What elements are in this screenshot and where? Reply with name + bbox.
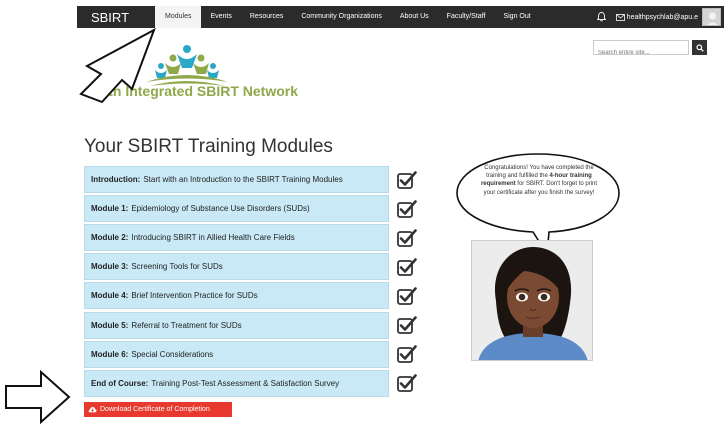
avatar[interactable] bbox=[702, 8, 721, 26]
module-name: Introduction: bbox=[91, 175, 141, 185]
checked-checkbox-icon bbox=[397, 258, 417, 276]
module-link[interactable]: Module 2: Introducing SBIRT in Allied Hea… bbox=[84, 224, 389, 252]
module-name: Module 2: bbox=[91, 233, 129, 243]
nav-item-faculty-staff[interactable]: Faculty/Staff bbox=[438, 6, 495, 28]
module-link[interactable]: Module 1: Epidemiology of Substance Use D… bbox=[84, 195, 389, 223]
module-description: Start with an Introduction to the SBIRT … bbox=[143, 175, 343, 185]
module-description: Special Considerations bbox=[131, 349, 214, 359]
module-name: Module 5: bbox=[91, 320, 129, 330]
search-icon bbox=[695, 43, 704, 52]
module-name: Module 4: bbox=[91, 291, 129, 301]
module-link[interactable]: Module 4: Brief Intervention Practice for… bbox=[84, 282, 389, 310]
module-description: Introducing SBIRT in Allied Health Care … bbox=[131, 233, 295, 243]
checked-checkbox-icon bbox=[397, 374, 417, 393]
module-description: Referral to Treatment for SUDs bbox=[131, 320, 242, 330]
bell-icon[interactable] bbox=[596, 6, 608, 28]
module-row: Module 1: Epidemiology of Substance Use D… bbox=[84, 194, 419, 223]
module-row: Module 2: Introducing SBIRT in Allied Hea… bbox=[84, 223, 419, 252]
search-button[interactable] bbox=[692, 40, 707, 55]
search-input[interactable] bbox=[594, 46, 688, 60]
arrow-annotation-icon bbox=[79, 28, 156, 104]
checked-checkbox-icon bbox=[397, 228, 417, 247]
nav-item-events[interactable]: Events bbox=[201, 6, 240, 28]
nav-item-sign-out[interactable]: Sign Out bbox=[494, 6, 539, 28]
checked-checkbox-icon bbox=[397, 170, 417, 189]
download-certificate-button[interactable]: Download Certificate of Completion bbox=[84, 402, 232, 417]
checked-checkbox-icon bbox=[397, 287, 417, 305]
module-link[interactable]: Introduction: Start with an Introduction … bbox=[84, 166, 389, 194]
module-name: Module 1: bbox=[91, 204, 129, 214]
nav-item-community-organizations[interactable]: Community Organizations bbox=[292, 6, 391, 28]
checked-checkbox-icon bbox=[397, 316, 417, 334]
module-description: Screening Tools for SUDs bbox=[131, 262, 223, 272]
download-label: Download Certificate of Completion bbox=[100, 406, 210, 413]
cloud-download-icon bbox=[88, 407, 97, 413]
module-list: Introduction: Start with an Introduction … bbox=[84, 165, 419, 398]
module-name: Module 6: bbox=[91, 349, 129, 359]
nav-right: healthpsychlab@apu.e bbox=[596, 6, 724, 28]
top-navbar: SBIRT Modules Events Resources Community Or… bbox=[77, 6, 724, 28]
brand-link[interactable]: SBIRT bbox=[77, 10, 143, 25]
user-email: healthpsychlab@apu.e bbox=[626, 13, 698, 21]
module-name: End of Course: bbox=[91, 378, 149, 388]
congratulations-message: Congratulations! You have completed the … bbox=[480, 165, 598, 196]
module-link[interactable]: Module 5: Referral to Treatment for SUDs bbox=[84, 311, 389, 339]
module-row: Module 6: Special Considerations bbox=[84, 340, 419, 369]
checked-checkbox-icon bbox=[397, 199, 417, 218]
checked-checkbox-icon bbox=[397, 345, 417, 364]
module-row: Module 4: Brief Intervention Practice for… bbox=[84, 281, 419, 310]
module-link[interactable]: End of Course: Training Post-Test Assessm… bbox=[84, 369, 389, 397]
nav-item-modules[interactable]: Modules bbox=[155, 6, 202, 28]
module-row: Module 5: Referral to Treatment for SUDs bbox=[84, 310, 419, 339]
module-row: End of Course: Training Post-Test Assessm… bbox=[84, 369, 419, 398]
module-link[interactable]: Module 3: Screening Tools for SUDs bbox=[84, 253, 389, 281]
user-email-link[interactable]: healthpsychlab@apu.e bbox=[615, 13, 698, 21]
cartoon-character-image bbox=[471, 240, 593, 361]
search-box bbox=[593, 40, 689, 60]
module-description: Brief Intervention Practice for SUDs bbox=[131, 291, 258, 301]
module-name: Module 3: bbox=[91, 262, 129, 272]
nav-item-about-us[interactable]: About Us bbox=[391, 6, 438, 28]
module-link[interactable]: Module 6: Special Considerations bbox=[84, 340, 389, 368]
arrow-annotation-icon bbox=[5, 369, 71, 425]
nav-item-resources[interactable]: Resources bbox=[241, 6, 292, 28]
module-description: Training Post-Test Assessment & Satisfac… bbox=[151, 378, 340, 388]
module-description: Epidemiology of Substance Use Disorders … bbox=[131, 204, 310, 214]
envelope-icon bbox=[615, 13, 625, 21]
module-row: Module 3: Screening Tools for SUDs bbox=[84, 252, 419, 281]
module-row: Introduction: Start with an Introduction … bbox=[84, 165, 419, 194]
page-title: Your SBIRT Training Modules bbox=[84, 136, 333, 157]
nav-menu: Modules Events Resources Community Organiza… bbox=[143, 6, 540, 28]
